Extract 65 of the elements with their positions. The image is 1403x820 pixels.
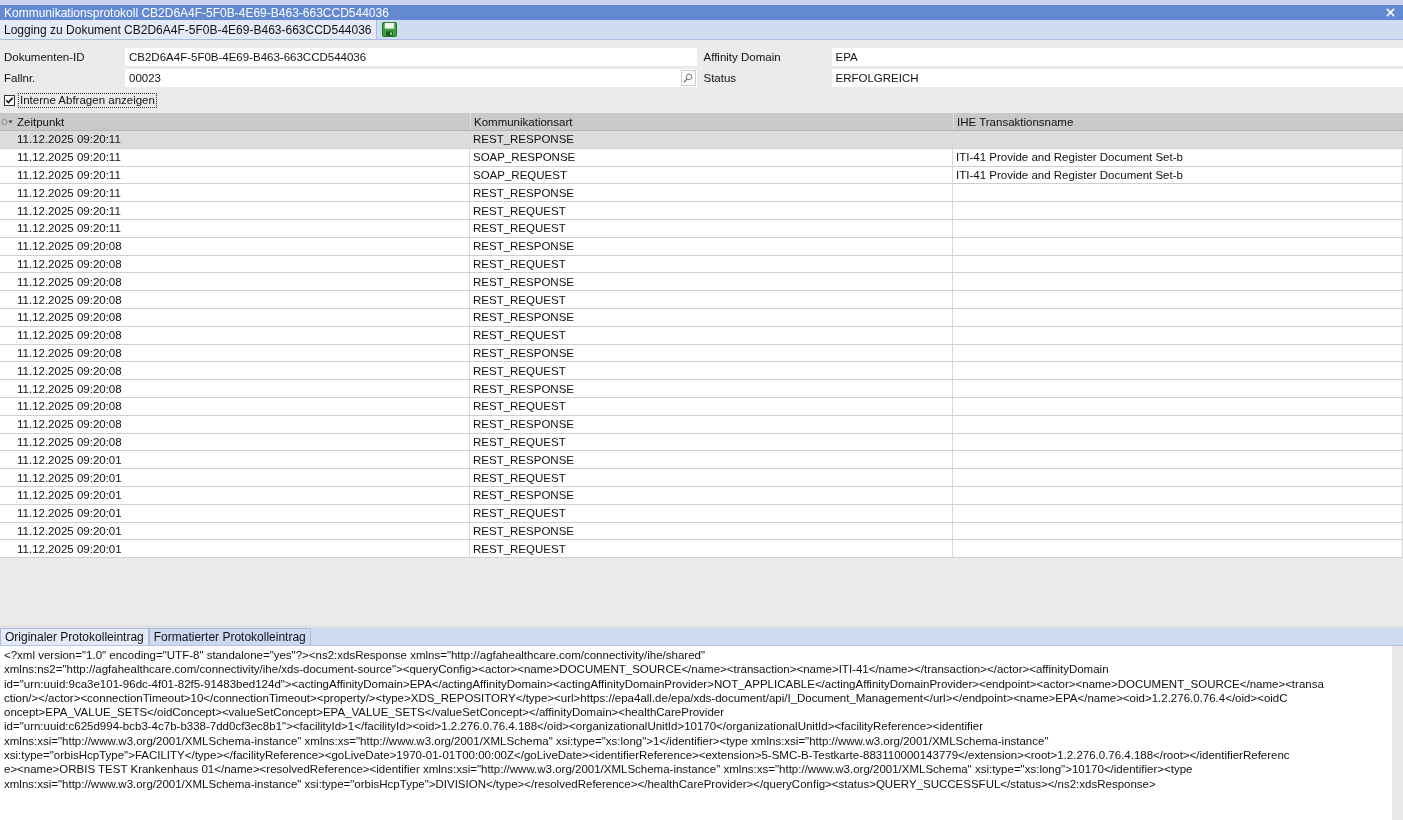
search-button[interactable] xyxy=(680,70,696,86)
table-row[interactable]: 11.12.2025 09:20:08 REST_RESPONSE xyxy=(0,380,1403,398)
document-tab[interactable]: Logging zu Dokument CB2D6A4F-5F0B-4E69-B463-663CCD544036 xyxy=(0,20,377,39)
table-row[interactable]: 11.12.2025 09:20:01 REST_REQUEST xyxy=(0,540,1403,559)
checkbox[interactable] xyxy=(4,94,15,106)
table-cell: 11.12.2025 09:20:08 xyxy=(14,415,470,434)
table-cell: 11.12.2025 09:20:11 xyxy=(14,131,470,149)
table-row[interactable]: 11.12.2025 09:20:11 REST_RESPONSE xyxy=(0,184,1403,203)
table-row[interactable]: 11.12.2025 09:20:11 REST_REQUEST xyxy=(0,202,1403,220)
table-cell: REST_RESPONSE xyxy=(470,415,953,434)
table-cell: REST_RESPONSE xyxy=(470,131,953,149)
table-row[interactable]: 11.12.2025 09:20:08 REST_REQUEST xyxy=(0,291,1403,309)
table-cell: 11.12.2025 09:20:11 xyxy=(14,202,470,220)
log-text: <?xml version="1.0" encoding="UTF-8" standalone="yes"?><ns2:xdsResponse xmlns="http://agfahealthcare.com/connectivity/ihe/shared" xmlns:ns2="http://agfahealthcare.com/connectivity/ihe/xds-document-source"><queryConfig><actor><name>DOCUMENT_SOURCE</name><transaction><name>ITI-41</name></transaction></actor><affinityDomain id="urn:uuid:9ca3e101-96dc-4f01-82f5-91483bed124d"><actingAffinityDomain>EPA</actingAffinityDomain><actingAffinityDomainProvider>NOT_APPLICABLE</actingAffinityDomainProvider><endpoint><actor><name>DOCUMENT_SOURCE</name><transa ction/></actor><connectionTimeout>10</connectionTimeout><property/><type>XDS_REPOSITORY</type><url>https://epa4all.de/epa/xds-document/api/I_Document_Management</url></endpoint><name>EPA</name><oid>1.2.276.0.76.4</oid><oidC oncept>EPA_VALUE_SETS</oidConcept><valueSetConcept>EPA_VALUE_SETS</valueSetConcept></affinityDomain><healthCareProvider id="urn:uuid:c625d994-bcb3-4c7b-b338-7dd0cf3ec8b1"><facilityId>1</facilityId><oid>1.2.276.0.76.4.188</oid><organizationalUnitId>10170</organizationalUnitId><facilityReference><identifier xmlns:xsi="http://www.w3.org/2001/XMLSchema-instance" xmlns:xs="http://www.w3.org/2001/XMLSchema" xsi:type="xs:long">1</identifier><type xmlns:xsi="http://www.w3.org/2001/XMLSchema-instance" xsi:type="orbisHcpType">FACILITY</type></facilityReference><goLiveDate>1970-01-01T00:00:00Z</goLiveDate><identifierReference><extension>5-SMC-B-Testkarte-883110000143779</extension><root>1.2.276.0.76.4.188</root></identifierReferenc e><name>ORBIS TEST Krankenhaus 01</name><resolvedReference><identifier xmlns:xsi="http://www.w3.org/2001/XMLSchema-instance" xmlns:xs="http://www.w3.org/2001/XMLSchema" xsi:type="xs:long">10170</identifier><type xmlns:xsi="http://www.w3.org/2001/XMLSchema-instance" xsi:type="orbisHcpType">DIVISION</type></resolvedReference></healthCareProvider></queryConfig><status>QUERY_SUCCESSFUL</status></ns2:xdsResponse> xyxy=(3,648,1325,792)
table-cell: REST_REQUEST xyxy=(470,220,953,238)
table-cell: REST_REQUEST xyxy=(470,504,953,523)
table-cell: ITI-41 Provide and Register Document Set-b xyxy=(953,148,1403,167)
table-cell: 11.12.2025 09:20:11 xyxy=(14,148,470,167)
checkbox-label[interactable]: Interne Abfragen anzeigen xyxy=(18,92,157,108)
search-icon xyxy=(683,73,693,83)
table-cell: REST_RESPONSE xyxy=(470,308,953,327)
table-row[interactable]: 11.12.2025 09:20:08 REST_REQUEST xyxy=(0,362,1403,381)
field-label: Fallnr. xyxy=(3,71,37,86)
table-cell: 11.12.2025 09:20:08 xyxy=(14,380,470,398)
field-label: Affinity Domain xyxy=(702,50,782,65)
table-cell: REST_RESPONSE xyxy=(470,380,953,398)
table-cell: 11.12.2025 09:20:01 xyxy=(14,540,470,559)
table-cell: REST_REQUEST xyxy=(470,326,953,345)
table-cell: REST_REQUEST xyxy=(470,469,953,487)
text-field[interactable]: EPA xyxy=(831,48,1403,66)
table-row[interactable]: 11.12.2025 09:20:11 REST_RESPONSE xyxy=(0,131,1403,149)
column-menu-icon[interactable] xyxy=(1,117,13,126)
table-cell: 11.12.2025 09:20:01 xyxy=(14,504,470,523)
column-header[interactable]: IHE Transaktionsname xyxy=(953,113,1403,130)
table-cell: REST_REQUEST xyxy=(470,397,953,416)
table-cell: REST_RESPONSE xyxy=(470,486,953,505)
log-tab[interactable]: Formatierter Protokolleintrag xyxy=(148,628,311,645)
table-cell: 11.12.2025 09:20:08 xyxy=(14,291,470,309)
column-header[interactable]: Kommunikationsart xyxy=(470,113,953,130)
table-row[interactable]: 11.12.2025 09:20:01 REST_RESPONSE xyxy=(0,451,1403,470)
table-cell: REST_REQUEST xyxy=(470,291,953,309)
field-label: Dokumenten-ID xyxy=(3,50,86,65)
table-cell: REST_RESPONSE xyxy=(470,237,953,256)
close-icon[interactable] xyxy=(1386,8,1395,17)
field-label: Status xyxy=(702,71,738,86)
log-tab[interactable]: Originaler Protokolleintrag xyxy=(0,628,149,645)
table-cell: 11.12.2025 09:20:01 xyxy=(14,469,470,487)
text-field[interactable]: ERFOLGREICH xyxy=(831,69,1403,87)
window-title: Kommunikationsprotokoll CB2D6A4F-5F0B-4E69-B463-663CCD544036 xyxy=(4,5,389,20)
table-cell: SOAP_RESPONSE xyxy=(470,148,953,167)
text-field[interactable]: 00023 xyxy=(125,69,697,87)
column-header[interactable]: Zeitpunkt xyxy=(14,113,470,130)
table-cell: 11.12.2025 09:20:11 xyxy=(14,220,470,238)
scrollbar[interactable] xyxy=(1392,646,1403,820)
text-field[interactable]: CB2D6A4F-5F0B-4E69-B463-663CCD544036 xyxy=(125,48,697,66)
table-cell: REST_REQUEST xyxy=(470,540,953,559)
table-row[interactable]: 11.12.2025 09:20:01 REST_REQUEST xyxy=(0,469,1403,487)
table-cell: 11.12.2025 09:20:08 xyxy=(14,397,470,416)
table-cell: 11.12.2025 09:20:08 xyxy=(14,237,470,256)
save-icon[interactable] xyxy=(381,22,397,37)
table-cell: REST_REQUEST xyxy=(470,202,953,220)
table-row[interactable]: 11.12.2025 09:20:08 REST_RESPONSE xyxy=(0,273,1403,292)
table-cell: 11.12.2025 09:20:08 xyxy=(14,326,470,345)
table-cell: 11.12.2025 09:20:01 xyxy=(14,486,470,505)
table-cell: 11.12.2025 09:20:08 xyxy=(14,308,470,327)
